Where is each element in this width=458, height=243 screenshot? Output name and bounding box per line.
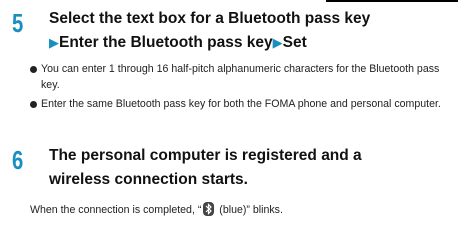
- bullet-icon: [30, 101, 37, 108]
- note-text-after: (blue)” blinks.: [216, 204, 283, 216]
- step-heading-line-1: Select the text box for a Bluetooth pass…: [49, 10, 371, 27]
- bullet-icon: [30, 66, 37, 73]
- step-number: 5: [12, 8, 24, 38]
- list-item: Enter the same Bluetooth pass key for bo…: [30, 96, 450, 112]
- right-triangle-icon: ▶: [272, 35, 283, 50]
- bullet-text: You can enter 1 through 16 half-pitch al…: [41, 63, 440, 91]
- step-heading-line-2: ▶Enter the Bluetooth pass key▶Set: [49, 32, 307, 53]
- step-action-enter: Enter the Bluetooth pass key: [59, 34, 273, 51]
- right-triangle-icon: ▶: [49, 35, 59, 50]
- step-heading-line-2: wireless connection starts.: [49, 171, 248, 188]
- step-heading-line-1: The personal computer is registered and …: [49, 147, 362, 164]
- step-number: 6: [12, 145, 24, 175]
- bullet-text: Enter the same Bluetooth pass key for bo…: [41, 98, 441, 110]
- bullet-list: You can enter 1 through 16 half-pitch al…: [30, 61, 450, 112]
- list-item: You can enter 1 through 16 half-pitch al…: [30, 61, 450, 93]
- step-action-set: Set: [282, 34, 307, 51]
- note-text-before: When the connection is completed, “: [30, 204, 202, 216]
- top-rule: [326, 0, 458, 2]
- connection-note: When the connection is completed, “ (blu…: [30, 202, 283, 218]
- bluetooth-icon: [203, 202, 215, 216]
